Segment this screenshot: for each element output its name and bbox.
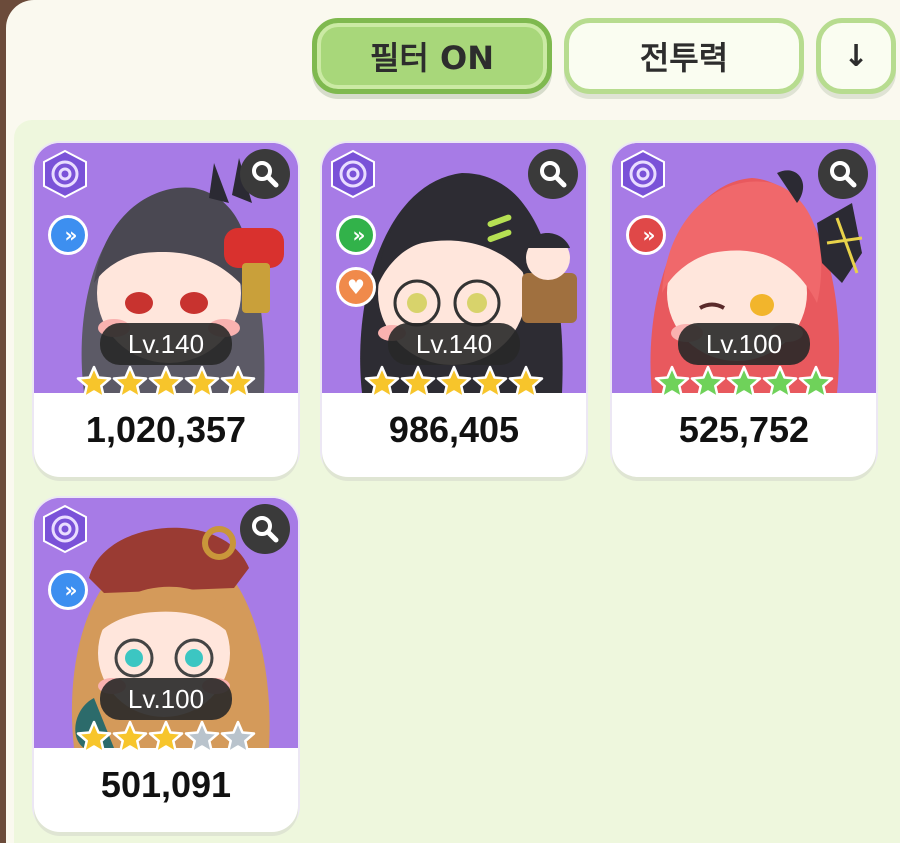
star-rating [76,720,256,760]
magnifier-icon [540,161,567,188]
character-card[interactable]: » Lv.100 501,091 [34,498,298,832]
filter-toggle-button[interactable]: 필터 ON [312,18,552,94]
filter-toggle-label: 필터 ON [369,39,494,77]
star-filled-icon [112,365,148,399]
star-rating [76,365,256,405]
zoom-button[interactable] [818,149,868,199]
star-empty-icon [220,720,256,754]
chevron-double-icon: » [48,570,88,610]
level-badge: Lv.140 [388,323,520,365]
character-portrait: » Lv.100 [34,498,298,748]
star-filled-icon [798,365,834,399]
star-filled-icon [76,720,112,754]
zoom-button[interactable] [240,504,290,554]
star-filled-icon [364,365,400,399]
zoom-button[interactable] [528,149,578,199]
magnifier-icon [252,161,279,188]
swirl-element-icon [331,149,375,199]
sort-label: 전투력 [639,39,729,77]
chevron-double-icon: » [336,215,376,255]
star-filled-icon [654,365,690,399]
star-filled-icon [148,365,184,399]
chevron-double-icon: » [626,215,666,255]
star-filled-icon [508,365,544,399]
level-badge: Lv.100 [100,678,232,720]
zoom-button[interactable] [240,149,290,199]
star-filled-icon [762,365,798,399]
sort-order-icon: ↓ [843,38,869,74]
star-filled-icon [726,365,762,399]
star-filled-icon [436,365,472,399]
swirl-element-icon [43,504,87,554]
character-portrait: » Lv.100 [612,143,876,393]
star-filled-icon [400,365,436,399]
character-card[interactable]: » Lv.100 525,752 [612,143,876,477]
star-filled-icon [148,720,184,754]
star-filled-icon [76,365,112,399]
character-portrait: » Lv.140 [34,143,298,393]
character-card[interactable]: » ♥ Lv.140 986,405 [322,143,586,477]
magnifier-icon [252,516,279,543]
star-filled-icon [220,365,256,399]
star-filled-icon [690,365,726,399]
level-badge: Lv.100 [678,323,810,365]
magnifier-icon [830,161,857,188]
combat-power: 525,752 [678,409,810,450]
combat-power: 1,020,357 [85,409,247,450]
star-filled-icon [184,365,220,399]
character-card[interactable]: » Lv.140 1,020,357 [34,143,298,477]
star-rating [654,365,834,405]
sort-order-button[interactable]: ↓ [816,18,896,94]
star-filled-icon [112,720,148,754]
level-badge: Lv.140 [100,323,232,365]
heart-icon: ♥ [336,267,376,307]
swirl-element-icon [43,149,87,199]
star-rating [364,365,544,405]
swirl-element-icon [621,149,665,199]
star-filled-icon [472,365,508,399]
combat-power: 501,091 [100,764,232,805]
chevron-double-icon: » [48,215,88,255]
character-portrait: » ♥ Lv.140 [322,143,586,393]
combat-power: 986,405 [388,409,520,450]
star-empty-icon [184,720,220,754]
sort-combat-power-button[interactable]: 전투력 [564,18,804,94]
